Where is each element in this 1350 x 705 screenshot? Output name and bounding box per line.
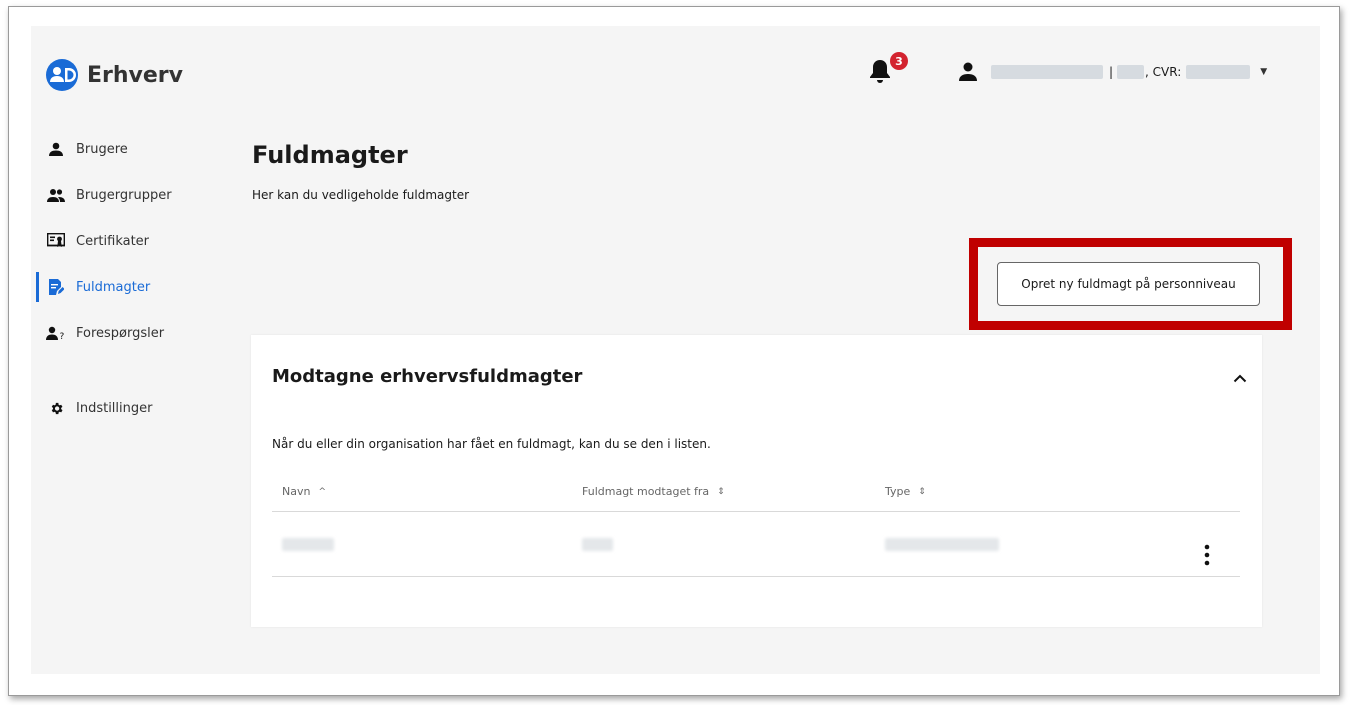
svg-text:?: ?: [60, 332, 65, 340]
received-power-of-attorney-card: Modtagne erhvervsfuldmagter Når du eller…: [251, 335, 1262, 627]
page-title: Fuldmagter: [252, 141, 408, 169]
column-header-type[interactable]: Type ⇕: [885, 485, 926, 498]
user-question-icon: ?: [46, 324, 66, 342]
sidebar-item-indstillinger[interactable]: Indstillinger: [31, 393, 211, 423]
sidebar-item-brugere[interactable]: Brugere: [31, 134, 211, 164]
bell-icon[interactable]: [868, 58, 892, 84]
page-subtitle: Her kan du vedligeholde fuldmagter: [252, 188, 470, 202]
sidebar-item-label: Certifikater: [76, 233, 150, 249]
gear-icon: [46, 399, 66, 417]
column-header-modtaget-fra[interactable]: Fuldmagt modtaget fra ⇕: [582, 485, 725, 498]
more-options-icon[interactable]: [1201, 543, 1213, 569]
user-name-redacted: [991, 65, 1103, 79]
user-separator: |: [1109, 65, 1114, 79]
card-description: Når du eller din organisation har fået e…: [272, 437, 711, 451]
user-icon: [959, 62, 977, 81]
sidebar-item-certifikater[interactable]: Certifikater: [31, 226, 211, 256]
sidebar-item-fuldmagter[interactable]: Fuldmagter: [31, 272, 211, 302]
sidebar-item-label: Brugere: [76, 141, 128, 157]
app-shell: Erhverv 3 | , CVR: ▼ Brugere Brugergrupp: [31, 26, 1320, 674]
notification-badge: 3: [890, 52, 908, 70]
table-header-divider: [272, 511, 1240, 512]
sort-icon: ⇕: [717, 486, 725, 497]
user-menu[interactable]: | , CVR: ▼: [959, 62, 1267, 82]
sidebar-item-label: Fuldmagter: [76, 279, 151, 295]
org-name-redacted: [1117, 65, 1145, 79]
brand-logo-icon: [46, 59, 78, 91]
sidebar-item-label: Forespørgsler: [76, 325, 165, 341]
table-cell-redacted: [282, 538, 334, 551]
sort-ascending-icon: ^: [318, 486, 326, 497]
chevron-down-icon: ▼: [1260, 67, 1268, 77]
brand-logo[interactable]: Erhverv: [46, 59, 183, 91]
sidebar-item-brugergrupper[interactable]: Brugergrupper: [31, 180, 211, 210]
sidebar-item-forespoergsler[interactable]: ? Forespørgsler: [31, 318, 211, 348]
sidebar-item-label: Indstillinger: [76, 400, 153, 416]
table-cell-redacted: [582, 538, 613, 551]
create-power-of-attorney-button[interactable]: Opret ny fuldmagt på personniveau: [997, 262, 1260, 306]
column-header-navn[interactable]: Navn ^: [282, 485, 326, 498]
users-icon: [46, 186, 66, 204]
cvr-label: , CVR:: [1145, 65, 1182, 79]
chevron-up-icon[interactable]: [1231, 369, 1249, 387]
sort-icon: ⇕: [918, 486, 926, 497]
brand-name: Erhverv: [87, 62, 183, 88]
sidebar-item-label: Brugergrupper: [76, 187, 172, 203]
card-title: Modtagne erhvervsfuldmagter: [272, 366, 583, 387]
table-cell-redacted: [885, 538, 999, 551]
user-icon: [46, 140, 66, 158]
table-row-divider: [272, 576, 1240, 577]
certificate-icon: [46, 232, 66, 250]
cvr-number-redacted: [1186, 65, 1251, 79]
document-edit-icon: [46, 278, 66, 296]
